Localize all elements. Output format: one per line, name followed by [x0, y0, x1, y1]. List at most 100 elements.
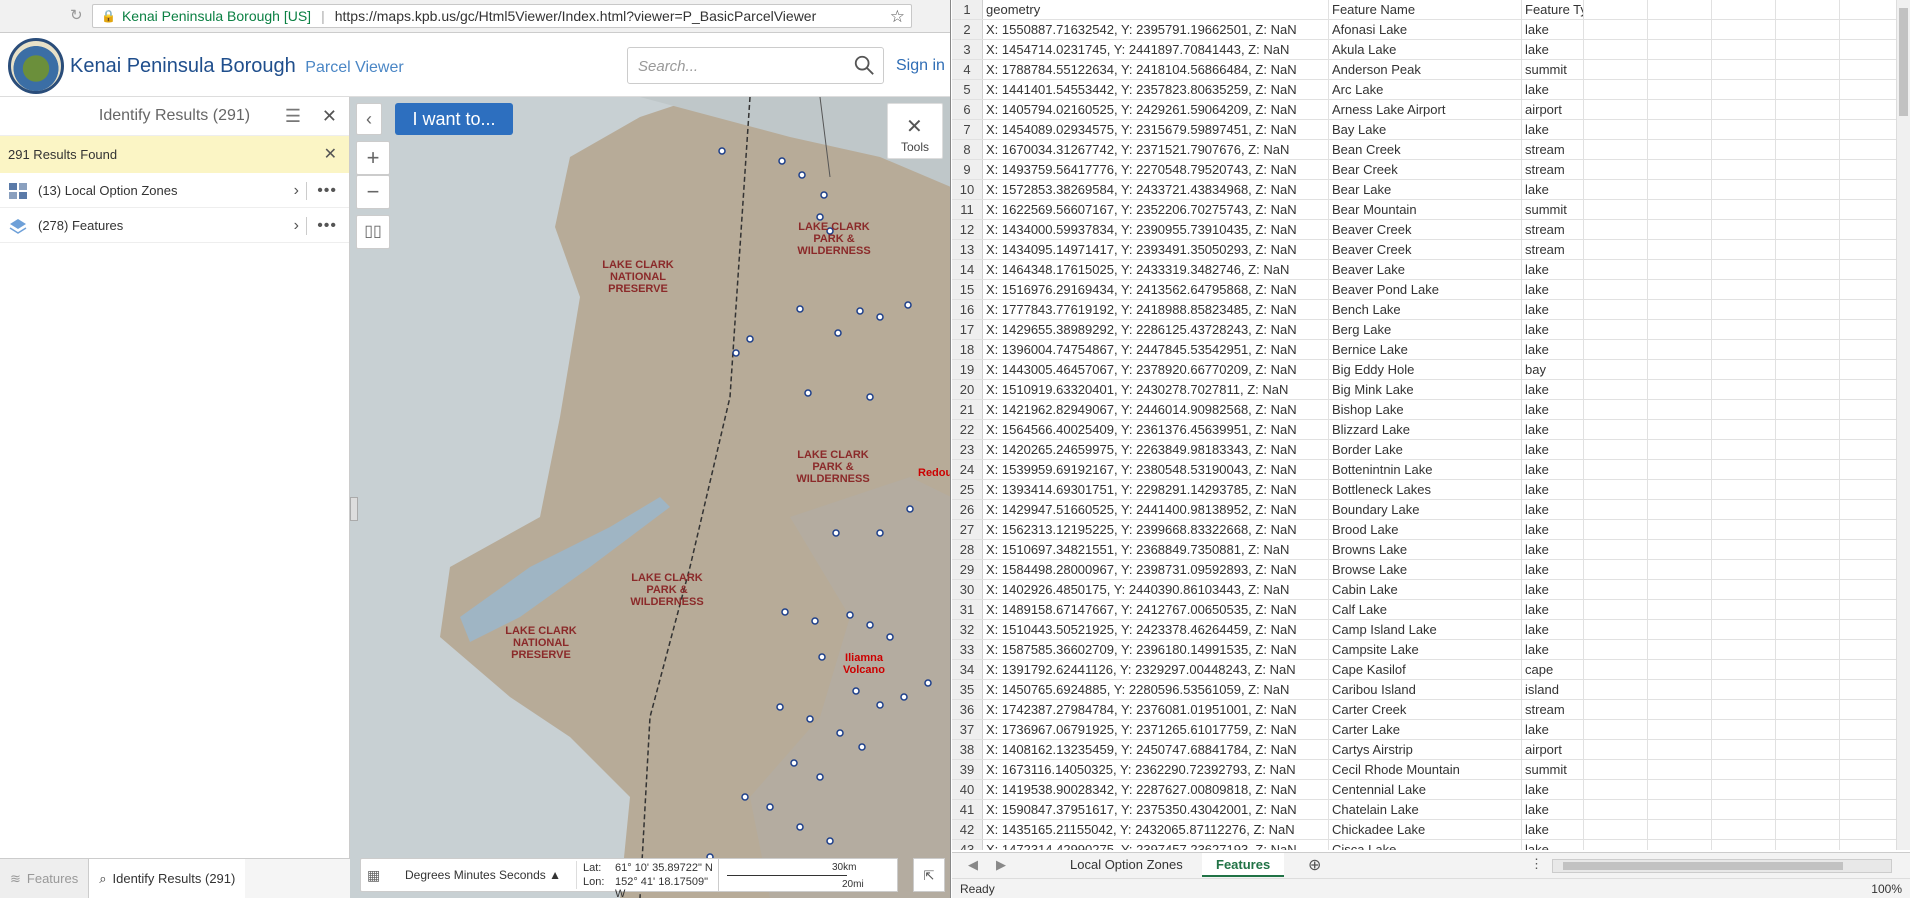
add-sheet-icon[interactable]: ⊕: [1308, 855, 1321, 875]
empty-cell[interactable]: [1840, 600, 1904, 619]
table-cell[interactable]: X: 1441401.54553442, Y: 2357823.80635259…: [983, 80, 1329, 99]
empty-cell[interactable]: [1712, 340, 1776, 359]
empty-cell[interactable]: [1648, 700, 1712, 719]
empty-cell[interactable]: [1840, 460, 1904, 479]
empty-cell[interactable]: [1648, 240, 1712, 259]
tab-features[interactable]: ≋ Features: [0, 859, 89, 898]
row-number[interactable]: 42: [952, 820, 983, 839]
table-cell[interactable]: X: 1402926.4850175, Y: 2440390.86103443,…: [983, 580, 1329, 599]
table-cell[interactable]: Carter Creek: [1329, 700, 1522, 719]
table-cell[interactable]: Cabin Lake: [1329, 580, 1522, 599]
row-number[interactable]: 32: [952, 620, 983, 639]
empty-cell[interactable]: [1648, 820, 1712, 839]
feature-marker[interactable]: [781, 608, 789, 616]
empty-cell[interactable]: [1584, 800, 1648, 819]
table-cell[interactable]: Chatelain Lake: [1329, 800, 1522, 819]
table-cell[interactable]: X: 1673116.14050325, Y: 2362290.72392793…: [983, 760, 1329, 779]
empty-cell[interactable]: [1840, 140, 1904, 159]
empty-cell[interactable]: [1584, 400, 1648, 419]
zoom-level[interactable]: 100%: [1871, 879, 1902, 898]
more-options-icon[interactable]: •••: [317, 173, 337, 208]
empty-cell[interactable]: [1776, 80, 1840, 99]
table-cell[interactable]: lake: [1522, 20, 1584, 39]
row-number[interactable]: 6: [952, 100, 983, 119]
table-cell[interactable]: island: [1522, 680, 1584, 699]
empty-cell[interactable]: [1776, 320, 1840, 339]
empty-cell[interactable]: [1712, 280, 1776, 299]
empty-cell[interactable]: [1776, 680, 1840, 699]
empty-cell[interactable]: [1648, 560, 1712, 579]
empty-cell[interactable]: [1776, 180, 1840, 199]
empty-cell[interactable]: [1712, 40, 1776, 59]
header-cell[interactable]: Feature Type: [1522, 0, 1584, 19]
close-panel-icon[interactable]: ✕: [322, 97, 337, 135]
row-number[interactable]: 12: [952, 220, 983, 239]
table-cell[interactable]: Carter Lake: [1329, 720, 1522, 739]
table-cell[interactable]: Big Eddy Hole: [1329, 360, 1522, 379]
empty-cell[interactable]: [1584, 640, 1648, 659]
empty-cell[interactable]: [1776, 200, 1840, 219]
empty-cell[interactable]: [1584, 0, 1648, 19]
empty-cell[interactable]: [1776, 700, 1840, 719]
scroll-thumb[interactable]: [1899, 8, 1908, 116]
empty-cell[interactable]: [1584, 280, 1648, 299]
row-number[interactable]: 28: [952, 540, 983, 559]
empty-cell[interactable]: [1584, 580, 1648, 599]
empty-cell[interactable]: [1712, 480, 1776, 499]
empty-cell[interactable]: [1840, 720, 1904, 739]
empty-cell[interactable]: [1776, 360, 1840, 379]
table-cell[interactable]: Brood Lake: [1329, 520, 1522, 539]
empty-cell[interactable]: [1648, 600, 1712, 619]
row-number[interactable]: 34: [952, 660, 983, 679]
zoom-out-button[interactable]: −: [356, 175, 390, 209]
empty-cell[interactable]: [1584, 260, 1648, 279]
empty-cell[interactable]: [1584, 820, 1648, 839]
feature-marker[interactable]: [790, 759, 798, 767]
empty-cell[interactable]: [1712, 520, 1776, 539]
empty-cell[interactable]: [1712, 500, 1776, 519]
empty-cell[interactable]: [1712, 680, 1776, 699]
empty-cell[interactable]: [1584, 780, 1648, 799]
sheet-grid[interactable]: 1 geometry Feature Name Feature Type 2X:…: [952, 0, 1910, 850]
empty-cell[interactable]: [1584, 420, 1648, 439]
feature-marker[interactable]: [834, 329, 842, 337]
empty-cell[interactable]: [1840, 220, 1904, 239]
empty-cell[interactable]: [1648, 500, 1712, 519]
empty-cell[interactable]: [1648, 160, 1712, 179]
empty-cell[interactable]: [1584, 440, 1648, 459]
row-number[interactable]: 40: [952, 780, 983, 799]
row-number[interactable]: 19: [952, 360, 983, 379]
feature-marker[interactable]: [900, 693, 908, 701]
table-cell[interactable]: lake: [1522, 260, 1584, 279]
empty-cell[interactable]: [1584, 380, 1648, 399]
row-number[interactable]: 1: [952, 0, 983, 19]
empty-cell[interactable]: [1712, 780, 1776, 799]
empty-cell[interactable]: [1584, 740, 1648, 759]
table-cell[interactable]: lake: [1522, 280, 1584, 299]
empty-cell[interactable]: [1584, 840, 1648, 850]
bookmark-star-icon[interactable]: ☆: [890, 7, 905, 27]
empty-cell[interactable]: [1712, 420, 1776, 439]
empty-cell[interactable]: [1584, 160, 1648, 179]
feature-marker[interactable]: [806, 715, 814, 723]
table-cell[interactable]: stream: [1522, 700, 1584, 719]
table-cell[interactable]: lake: [1522, 40, 1584, 59]
table-cell[interactable]: lake: [1522, 720, 1584, 739]
table-cell[interactable]: X: 1396004.74754867, Y: 2447845.53542951…: [983, 340, 1329, 359]
vertical-scrollbar[interactable]: [1896, 0, 1910, 850]
coord-format-select[interactable]: Degrees Minutes Seconds ▲: [405, 868, 561, 882]
table-cell[interactable]: X: 1742387.27984784, Y: 2376081.01951001…: [983, 700, 1329, 719]
empty-cell[interactable]: [1648, 140, 1712, 159]
empty-cell[interactable]: [1584, 240, 1648, 259]
empty-cell[interactable]: [1584, 720, 1648, 739]
empty-cell[interactable]: [1712, 0, 1776, 19]
table-cell[interactable]: Beaver Pond Lake: [1329, 280, 1522, 299]
empty-cell[interactable]: [1648, 680, 1712, 699]
empty-cell[interactable]: [1840, 820, 1904, 839]
empty-cell[interactable]: [1712, 840, 1776, 850]
empty-cell[interactable]: [1648, 340, 1712, 359]
table-cell[interactable]: X: 1454714.0231745, Y: 2441897.70841443,…: [983, 40, 1329, 59]
table-cell[interactable]: Bear Mountain: [1329, 200, 1522, 219]
feature-marker[interactable]: [924, 679, 932, 687]
feature-marker[interactable]: [876, 529, 884, 537]
